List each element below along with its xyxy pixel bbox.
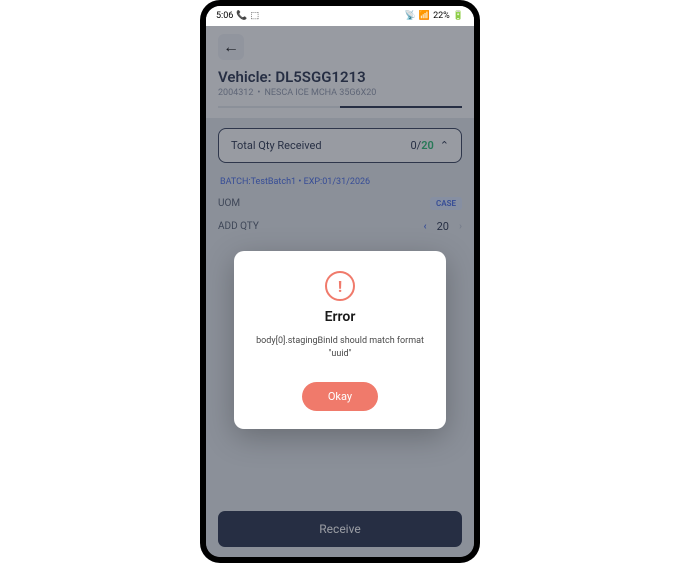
error-icon: ! — [325, 271, 355, 301]
modal-title: Error — [325, 309, 356, 325]
battery-pct: 22% — [433, 11, 450, 21]
extra-icon: ⬚ — [251, 11, 260, 21]
battery-icon: 🔋 — [453, 11, 464, 21]
status-time: 5:06 — [216, 11, 233, 21]
status-left: 5:06 📞 ⬚ — [216, 11, 259, 21]
screen: 5:06 📞 ⬚ 📡 📶 22% 🔋 ← Vehicle: DL5SGG1213… — [206, 6, 474, 557]
status-bar: 5:06 📞 ⬚ 📡 📶 22% 🔋 — [206, 6, 474, 26]
error-modal: ! Error body[0].stagingBinId should matc… — [234, 251, 446, 429]
status-right: 📡 📶 22% 🔋 — [405, 11, 464, 21]
okay-button[interactable]: Okay — [302, 382, 378, 411]
wifi-icon: 📡 — [405, 11, 416, 21]
phone-frame: 5:06 📞 ⬚ 📡 📶 22% 🔋 ← Vehicle: DL5SGG1213… — [200, 0, 480, 563]
signal-icon: 📶 — [419, 11, 430, 21]
modal-message: body[0].stagingBinId should match format… — [250, 335, 430, 360]
call-icon: 📞 — [236, 11, 247, 21]
